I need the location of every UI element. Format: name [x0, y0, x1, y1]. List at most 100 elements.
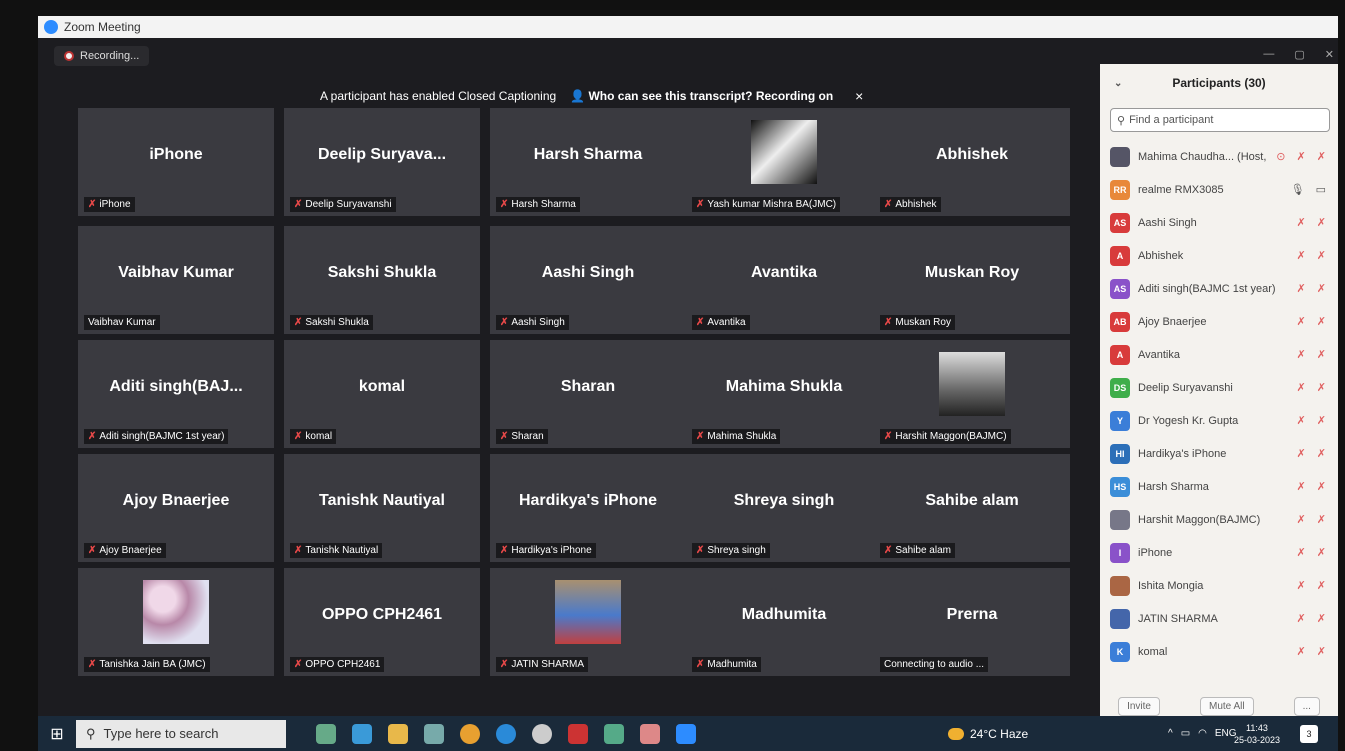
wifi-icon[interactable]: ◠: [1198, 728, 1207, 739]
video-tile[interactable]: Prerna Connecting to audio ...: [874, 568, 1070, 676]
clock[interactable]: 11:43 25-03-2023: [1234, 722, 1280, 746]
video-tile[interactable]: Muskan Roy ✗ Muskan Roy: [874, 226, 1070, 334]
video-tile[interactable]: OPPO CPH2461 ✗ OPPO CPH2461: [284, 568, 480, 676]
participant-name-label: ✗ Tanishk Nautiyal: [290, 543, 383, 558]
recording-indicator[interactable]: Recording...: [54, 46, 150, 66]
video-tile[interactable]: Ajoy Bnaerjee ✗ Ajoy Bnaerjee: [78, 454, 274, 562]
chevron-down-icon[interactable]: ⌄: [1114, 78, 1122, 89]
participant-name: Harshit Maggon(BAJMC): [1138, 513, 1261, 526]
participant-row[interactable]: JATIN SHARMA ✗ ✗: [1110, 602, 1330, 635]
muted-mic-icon: ✗: [294, 317, 303, 328]
close-icon[interactable]: ✕: [1325, 48, 1334, 61]
netflix-icon[interactable]: [568, 723, 588, 744]
minimize-icon[interactable]: —: [1263, 48, 1274, 61]
participant-row[interactable]: AB Ajoy Bnaerjee ✗ ✗: [1110, 305, 1330, 338]
maximize-icon[interactable]: ▢: [1294, 48, 1304, 61]
chevron-up-icon[interactable]: ^: [1168, 728, 1173, 739]
video-tile[interactable]: Avantika ✗ Avantika: [686, 226, 882, 334]
participant-name-label: ✗ Harshit Maggon(BAJMC): [880, 429, 1011, 444]
participant-row[interactable]: HI Hardikya's iPhone ✗ ✗: [1110, 437, 1330, 470]
muted-mic-icon: ✗: [500, 317, 509, 328]
store-icon[interactable]: [640, 723, 660, 744]
video-tile[interactable]: Tanishk Nautiyal ✗ Tanishk Nautiyal: [284, 454, 480, 562]
mute-all-button[interactable]: Mute All: [1199, 697, 1254, 716]
video-tile[interactable]: Madhumita ✗ Madhumita: [686, 568, 882, 676]
video-tile[interactable]: Harsh Sharma ✗ Harsh Sharma: [490, 108, 686, 216]
participant-name-label: Connecting to audio ...: [880, 657, 989, 672]
video-tile[interactable]: komal ✗ komal: [284, 340, 480, 448]
video-tile[interactable]: Sakshi Shukla ✗ Sakshi Shukla: [284, 226, 480, 334]
mic-video-status-icon: ✗ ✗: [1296, 217, 1330, 229]
whatsapp-icon[interactable]: [532, 723, 552, 744]
participant-row[interactable]: Ishita Mongia ✗ ✗: [1110, 569, 1330, 602]
video-tile[interactable]: Vaibhav Kumar Vaibhav Kumar: [78, 226, 274, 334]
participant-row[interactable]: Harshit Maggon(BAJMC) ✗ ✗: [1110, 503, 1330, 536]
participant-row[interactable]: A Abhishek ✗ ✗: [1110, 239, 1330, 272]
chrome-icon[interactable]: [460, 723, 480, 744]
battery-icon[interactable]: ▭: [1181, 728, 1190, 739]
participant-name-label: ✗ Aditi singh(BAJMC 1st year): [84, 429, 229, 444]
muted-mic-icon: ✗: [500, 545, 509, 556]
taskview-icon[interactable]: [316, 723, 336, 744]
participant-row[interactable]: IiPhone ✗ ✗: [1110, 536, 1330, 569]
participant-search-input[interactable]: ⚲ Find a participant: [1110, 108, 1330, 132]
muted-mic-icon: ✗: [88, 199, 97, 210]
participant-photo: [143, 580, 209, 644]
zoom-taskbar-icon[interactable]: [676, 723, 696, 744]
participant-display-name: Sharan: [560, 378, 616, 395]
participant-display-name: Ajoy Bnaerjee: [122, 492, 230, 509]
video-tile[interactable]: Sharan ✗ Sharan: [490, 340, 686, 448]
notification-icon[interactable]: 3: [1300, 724, 1318, 743]
video-tile[interactable]: ✗ JATIN SHARMA: [490, 568, 686, 676]
participant-row[interactable]: A Avantika ✗ ✗: [1110, 338, 1330, 371]
participant-row[interactable]: DS Deelip Suryavanshi ✗ ✗: [1110, 371, 1330, 404]
participant-row[interactable]: RR realme RMX3085 🎙 ▭: [1110, 173, 1330, 206]
calculator-icon[interactable]: [604, 723, 624, 744]
participant-row[interactable]: HS Harsh Sharma ✗ ✗: [1110, 470, 1330, 503]
participant-name-label: ✗ Hardikya's iPhone: [496, 543, 596, 558]
video-tile[interactable]: ✗ Yash kumar Mishra BA(JMC): [686, 108, 882, 216]
video-tile[interactable]: ✗ Harshit Maggon(BAJMC): [874, 340, 1070, 448]
participant-name-label: Vaibhav Kumar: [84, 315, 160, 330]
invite-button[interactable]: Invite: [1118, 697, 1160, 716]
participant-display-name: Sahibe alam: [925, 492, 1019, 509]
video-tile[interactable]: Mahima Shukla ✗ Mahima Shukla: [686, 340, 882, 448]
mail-icon[interactable]: [352, 723, 372, 744]
participant-photo: [555, 580, 621, 644]
video-tile[interactable]: Aditi singh(BAJ... ✗ Aditi singh(BAJMC 1st…: [78, 340, 274, 448]
avatar: [1110, 509, 1130, 530]
participant-name-label: ✗ Mahima Shukla: [692, 429, 781, 444]
participant-display-name: Mahima Shukla: [725, 378, 843, 395]
video-tile[interactable]: Deelip Suryava... ✗ Deelip Suryavanshi: [284, 108, 480, 216]
panel-footer: Invite Mute All ...: [1100, 697, 1338, 716]
search-icon: ⚲: [86, 725, 96, 741]
video-tile[interactable]: iPhone ✗ iPhone: [78, 108, 274, 216]
video-tile[interactable]: Shreya singh ✗ Shreya singh: [686, 454, 882, 562]
participants-panel: ⌄ Participants (30) ⚲ Find a participant…: [1100, 64, 1338, 722]
video-tile[interactable]: Hardikya's iPhone ✗ Hardikya's iPhone: [490, 454, 686, 562]
video-tile[interactable]: Abhishek ✗ Abhishek: [874, 108, 1070, 216]
muted-mic-icon: ✗: [696, 199, 705, 210]
video-tile[interactable]: Sahibe alam ✗ Sahibe alam: [874, 454, 1070, 562]
participant-row[interactable]: AS Aashi Singh ✗ ✗: [1110, 206, 1330, 239]
edge-icon[interactable]: [496, 723, 516, 744]
taskbar-search-input[interactable]: ⚲ Type here to search: [76, 719, 286, 748]
mic-video-status-icon: ✗ ✗: [1296, 448, 1330, 460]
participant-row[interactable]: Mahima Chaudha... (Host, me) ⊙ ✗ ✗: [1110, 140, 1330, 173]
participant-display-name: Sakshi Shukla: [327, 264, 437, 281]
more-options-button[interactable]: ...: [1293, 697, 1320, 716]
participant-name-label: ✗ Sharan: [496, 429, 548, 444]
weather-widget[interactable]: 24°C Haze: [948, 727, 1028, 741]
file-explorer-icon[interactable]: [388, 723, 408, 744]
transcript-link[interactable]: 👤 Who can see this transcript? Recording…: [570, 89, 833, 103]
close-banner-button[interactable]: ×: [855, 88, 863, 104]
avatar: AB: [1110, 311, 1130, 332]
pen-icon[interactable]: [424, 723, 444, 744]
video-tile[interactable]: Aashi Singh ✗ Aashi Singh: [490, 226, 686, 334]
mic-video-status-icon: ✗ ✗: [1296, 250, 1330, 262]
participant-row[interactable]: Y Dr Yogesh Kr. Gupta ✗ ✗: [1110, 404, 1330, 437]
participant-row[interactable]: Kkomal ✗ ✗: [1110, 635, 1330, 668]
video-tile[interactable]: ✗ Tanishka Jain BA (JMC): [78, 568, 274, 676]
participant-row[interactable]: AS Aditi singh(BAJMC 1st year) ✗ ✗: [1110, 272, 1330, 305]
windows-start-icon[interactable]: ⊞: [38, 724, 76, 744]
